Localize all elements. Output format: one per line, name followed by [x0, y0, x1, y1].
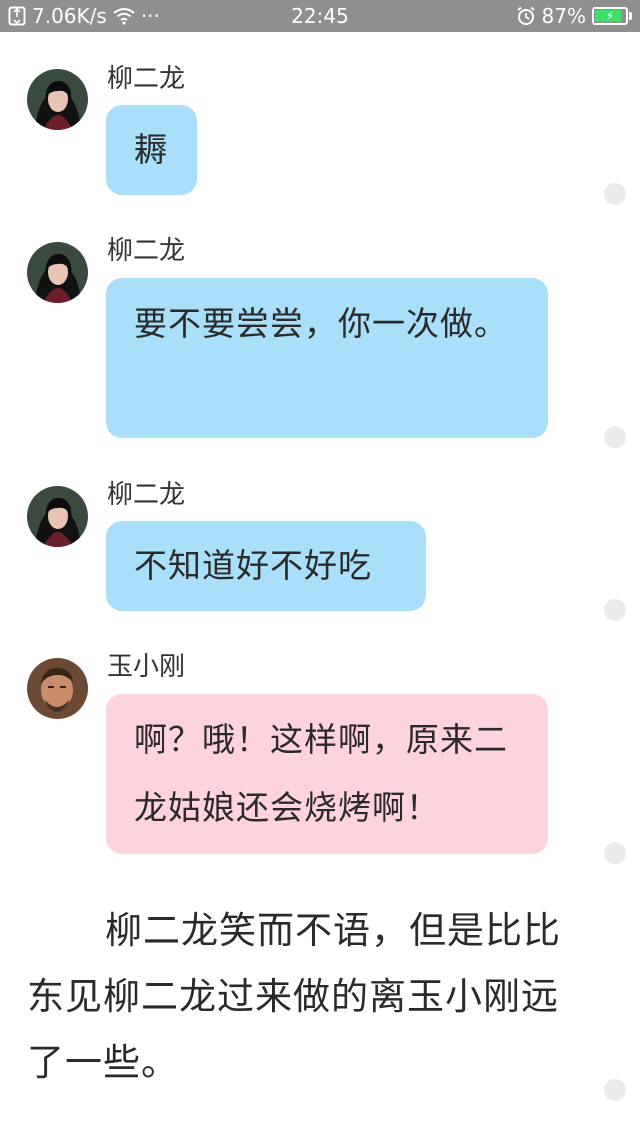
sender-name: 柳二龙 — [107, 236, 186, 266]
avatar[interactable] — [27, 486, 88, 547]
battery-icon: ⚡ — [592, 7, 628, 25]
status-right: 87% ⚡ — [516, 3, 632, 29]
message-bubble[interactable]: 要不要尝尝，你一次做。 — [106, 278, 548, 438]
message-text: 耨 — [134, 130, 168, 169]
status-dot[interactable] — [604, 183, 626, 205]
alarm-icon — [516, 6, 536, 26]
message-text: 不知道好不好吃 — [134, 546, 372, 585]
sender-name: 玉小刚 — [107, 652, 186, 682]
avatar[interactable] — [27, 242, 88, 303]
status-dot[interactable] — [604, 1079, 626, 1101]
avatar[interactable] — [27, 69, 88, 130]
sender-name: 柳二龙 — [107, 480, 186, 510]
message-bubble[interactable]: 不知道好不好吃 — [106, 521, 426, 611]
status-dot[interactable] — [604, 599, 626, 621]
narration-paragraph: 柳二龙笑而不语，但是比比东见柳二龙过来做的离玉小刚远了一些。 — [27, 909, 561, 1084]
battery-tip — [629, 12, 632, 20]
sender-name: 柳二龙 — [107, 64, 186, 94]
message-text: 要不要尝尝，你一次做。 — [134, 304, 508, 343]
status-dot[interactable] — [604, 842, 626, 864]
message-text: 啊？哦！这样啊，原来二龙姑娘还会烧烤啊！ — [134, 720, 508, 827]
avatar[interactable] — [27, 658, 88, 719]
status-dot[interactable] — [604, 426, 626, 448]
battery-percent: 87% — [541, 4, 586, 28]
charging-bolt-icon: ⚡ — [605, 9, 615, 23]
message-bubble[interactable]: 耨 — [106, 105, 197, 195]
message-bubble[interactable]: 啊？哦！这样啊，原来二龙姑娘还会烧烤啊！ — [106, 694, 548, 854]
status-bar: 7.06K/s ··· 22:45 87% ⚡ — [0, 0, 640, 32]
